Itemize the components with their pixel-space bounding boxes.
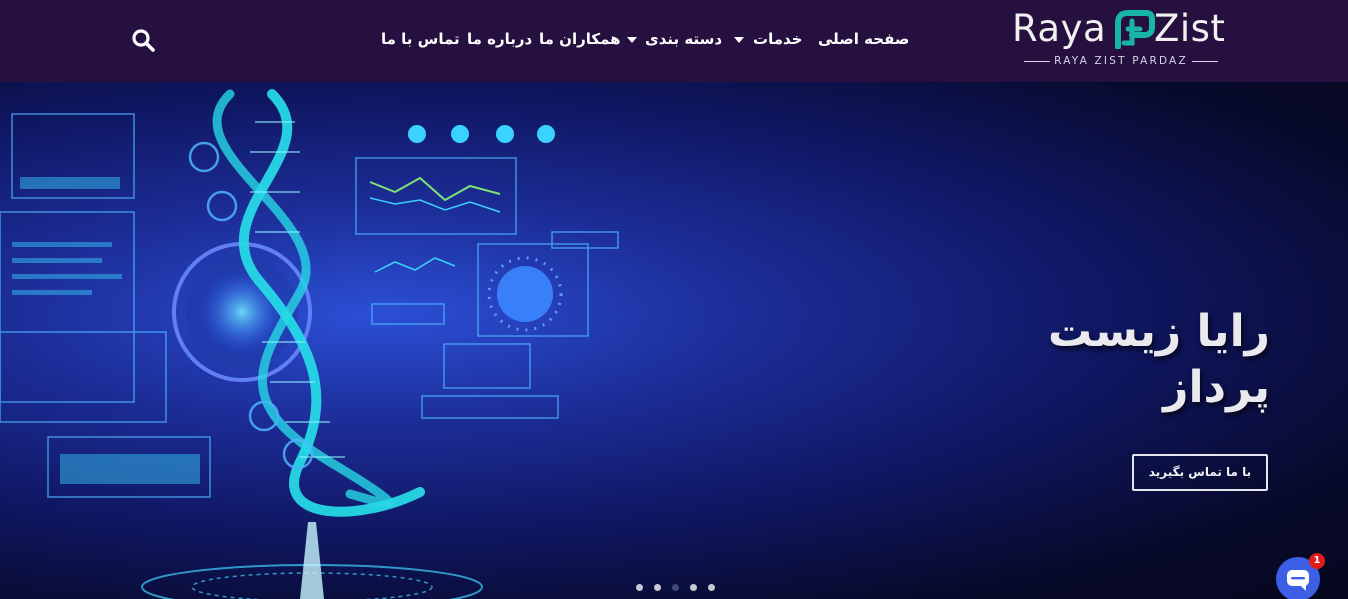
nav-item-about[interactable]: درباره ما	[467, 26, 532, 52]
search-icon[interactable]	[131, 28, 155, 52]
hero-title: رایا زیست پرداز	[1048, 306, 1270, 413]
slider-dot[interactable]	[708, 584, 715, 591]
nav-item-services[interactable]: خدمات	[753, 26, 802, 52]
nav-item-home[interactable]: صفحه اصلی	[818, 26, 909, 52]
site-header: Raya Zist RAYA ZIST PARDAZ صفحه اصلی خدم…	[0, 0, 1348, 82]
notification-badge: 1	[1309, 553, 1325, 569]
nav-item-categories[interactable]: دسته بندی	[645, 26, 722, 52]
chevron-down-icon[interactable]	[734, 37, 744, 43]
dna-illustration	[0, 89, 619, 599]
contact-us-button[interactable]: با ما تماس بگیرید	[1132, 454, 1268, 491]
slider-dot[interactable]	[654, 584, 661, 591]
logo-tagline: RAYA ZIST PARDAZ	[1010, 55, 1232, 67]
hero-slider: رایا زیست پرداز با ما تماس بگیرید	[0, 82, 1348, 599]
chevron-down-icon[interactable]	[627, 37, 637, 43]
slider-dots	[633, 584, 723, 594]
slider-dot[interactable]	[690, 584, 697, 591]
nav-item-contact[interactable]: تماس با ما	[381, 26, 460, 52]
slider-dot[interactable]	[636, 584, 643, 591]
main-nav: صفحه اصلی خدمات دسته بندی همکاران ما درب…	[0, 26, 1348, 52]
nav-item-partners[interactable]: همکاران ما	[539, 26, 621, 52]
slider-dot-active[interactable]	[672, 584, 679, 591]
